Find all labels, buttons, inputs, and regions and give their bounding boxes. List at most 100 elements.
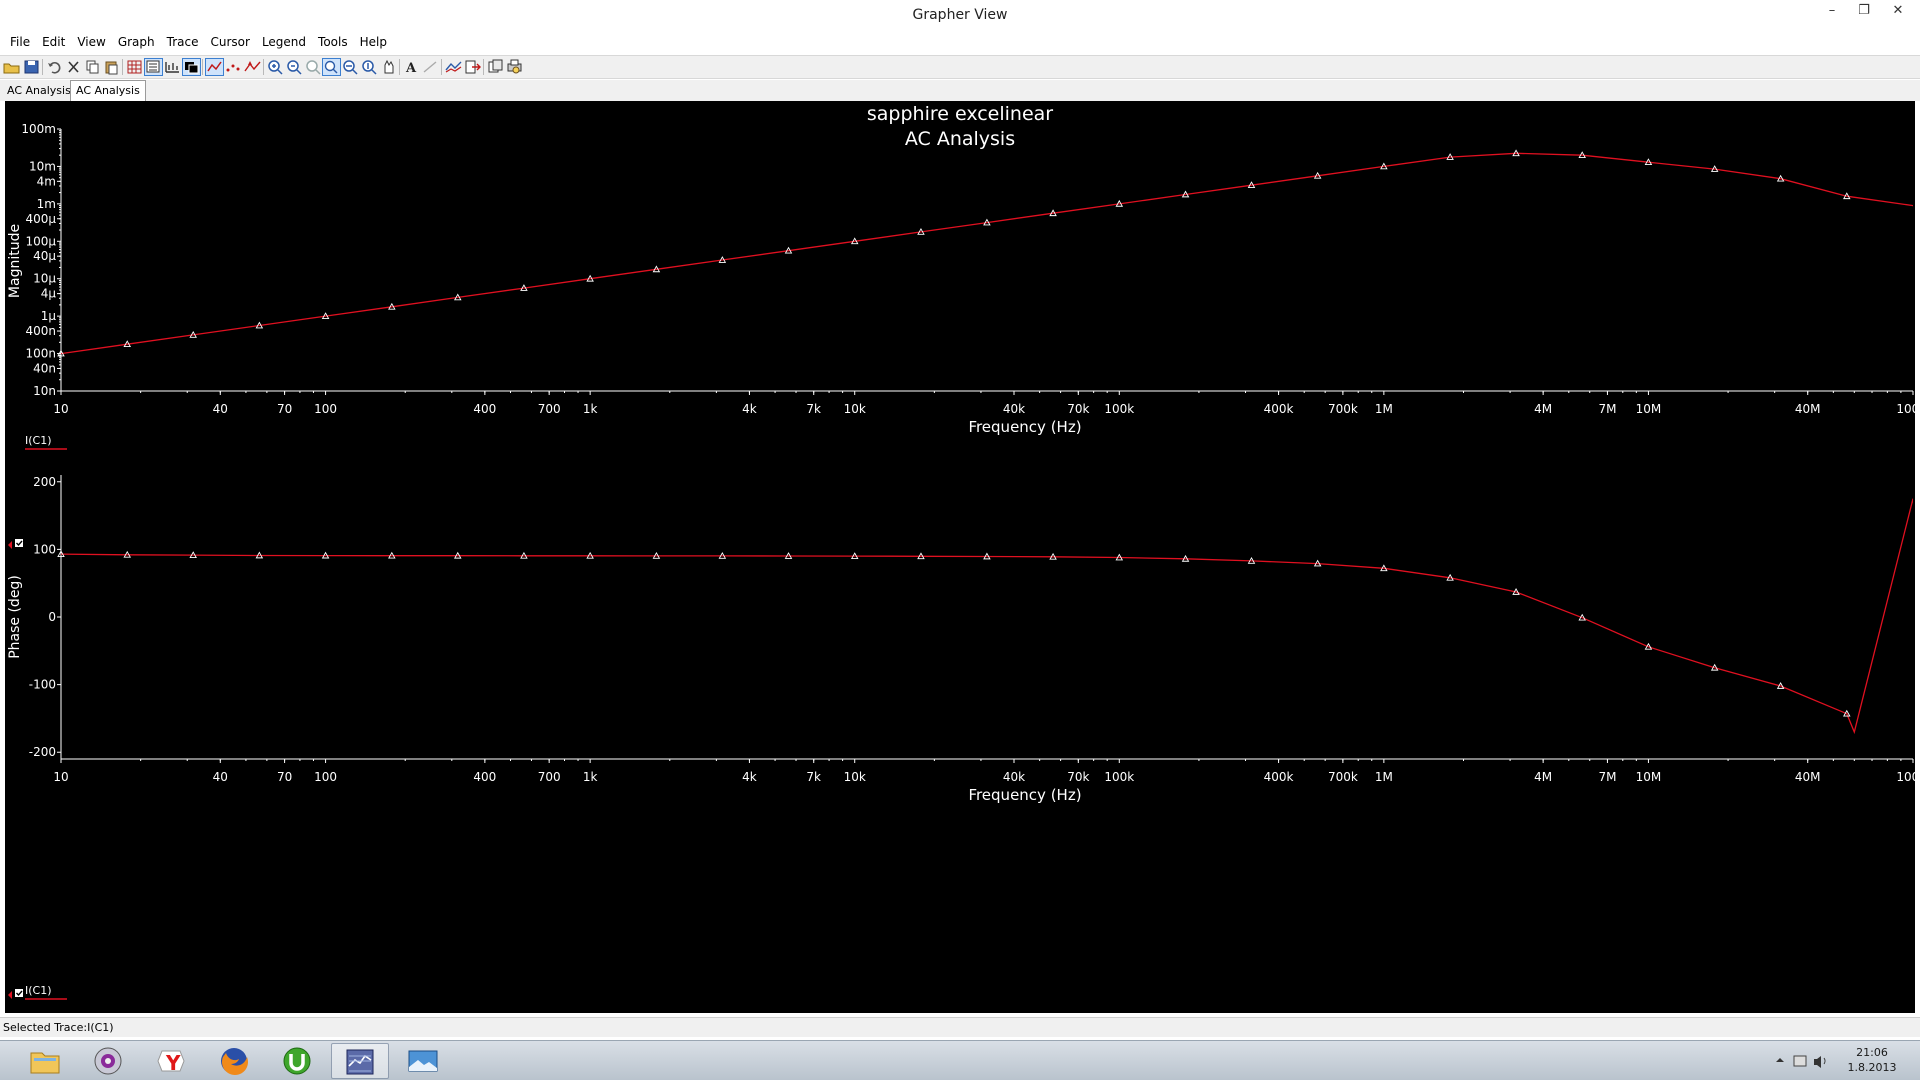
legend-label-top: I(C1)	[25, 434, 52, 447]
x-tick-label: 7M	[1598, 770, 1616, 784]
clock[interactable]: 21:06 1.8.2013	[1840, 1045, 1904, 1075]
minimize-button[interactable]: –	[1816, 0, 1848, 22]
restore-button[interactable]: ❐	[1848, 0, 1880, 22]
legend-checkbox-bottom[interactable]	[15, 989, 23, 997]
x-tick-label: 10k	[844, 770, 866, 784]
trace-overlay-icon[interactable]	[444, 58, 463, 76]
line-marker-icon[interactable]	[421, 58, 440, 76]
undo-icon[interactable]	[45, 58, 64, 76]
zoom-area-icon[interactable]	[322, 58, 341, 76]
plot-canvas[interactable]: sapphire excelinear AC Analysis 100m10m4…	[5, 101, 1915, 1013]
taskbar-file-explorer[interactable]	[16, 1043, 74, 1079]
disc-icon	[94, 1047, 122, 1075]
clock-time: 21:06	[1856, 1046, 1888, 1059]
open-icon[interactable]	[2, 58, 21, 76]
close-button[interactable]: ✕	[1878, 0, 1918, 22]
export-icon[interactable]	[463, 58, 482, 76]
y-axis-title: Phase (deg)	[7, 575, 23, 659]
y-tick-label: -100	[29, 678, 56, 692]
menu-cursor[interactable]: Cursor	[204, 32, 255, 52]
y-axis-title: Magnitude	[7, 224, 23, 298]
x-tick-label: 100	[314, 770, 337, 784]
menu-tools[interactable]: Tools	[312, 32, 354, 52]
x-tick-label: 7k	[806, 770, 821, 784]
x-tick-label: 700k	[1328, 402, 1358, 416]
graph-area[interactable]: sapphire excelinear AC Analysis 100m 10m 4…	[5, 101, 1915, 1013]
x-tick-label: 4M	[1534, 770, 1552, 784]
copy-graph-icon[interactable]	[486, 58, 505, 76]
copy-icon[interactable]	[83, 58, 102, 76]
add-text-icon[interactable]: A	[402, 58, 421, 76]
status-bar: Selected Trace:I(C1)	[0, 1017, 1920, 1037]
folder-icon	[30, 1052, 60, 1074]
zoom-full-icon[interactable]	[304, 58, 323, 76]
show-hidden-icons-icon	[1776, 1058, 1784, 1062]
menu-help[interactable]: Help	[354, 32, 393, 52]
show-legend-icon[interactable]	[144, 58, 163, 76]
menu-trace[interactable]: Trace	[161, 32, 205, 52]
x-tick-label: 40	[213, 770, 228, 784]
network-icon	[1793, 1055, 1807, 1067]
legend-checkbox-top[interactable]	[15, 539, 23, 547]
menu-view[interactable]: View	[71, 32, 111, 52]
save-icon[interactable]	[22, 58, 41, 76]
x-tick-label: 100k	[1104, 402, 1134, 416]
x-tick-label: 4k	[742, 770, 757, 784]
utorrent-icon	[283, 1047, 311, 1075]
y-tick-label: 40n	[33, 361, 56, 375]
tray-icons	[1776, 1055, 1826, 1068]
phase-plot[interactable]: 200 100 0 -100 -200 10 40 70 100 400 700 1k 4k 7k 10k 4…	[7, 475, 1915, 804]
y-tick-label: 10m	[29, 159, 56, 173]
x-tick-label: 1M	[1375, 402, 1393, 416]
tab-ac-analysis-1[interactable]: AC Analysis	[2, 82, 76, 99]
magnitude-plot[interactable]: 100m 10m4m 1m400µ 100µ40µ 10µ4µ 1µ400n 100n40n…	[7, 122, 1915, 436]
pan-icon[interactable]	[379, 58, 398, 76]
y-tick-label: 40µ	[33, 249, 56, 263]
taskbar-photo-viewer[interactable]	[394, 1043, 452, 1079]
y-tick-label: 400n	[25, 324, 56, 338]
y-tick-label: 1m	[37, 197, 56, 211]
graph-title: sapphire excelinear	[867, 103, 1053, 125]
x-tick-label: 40M	[1795, 770, 1821, 784]
zoom-out-icon[interactable]	[285, 58, 304, 76]
x-tick-label: 40k	[1003, 402, 1025, 416]
print-preview-icon[interactable]	[505, 58, 524, 76]
x-axis-title: Frequency (Hz)	[968, 418, 1081, 436]
x-axis-title: Frequency (Hz)	[968, 786, 1081, 804]
taskbar-utorrent[interactable]	[268, 1043, 326, 1079]
menu-edit[interactable]: Edit	[36, 32, 71, 52]
zoom-y-icon[interactable]	[360, 58, 379, 76]
taskbar: Y 21:06 1.8.2013	[0, 1040, 1920, 1080]
selectivity-icon[interactable]	[163, 58, 182, 76]
y-tick-label: 100n	[25, 347, 56, 361]
x-tick-label: 70	[277, 770, 292, 784]
y-tick-label: -200	[29, 745, 56, 759]
zoom-x-icon[interactable]	[341, 58, 360, 76]
trace-line	[61, 498, 1913, 735]
legend-top[interactable]: I(C1)	[8, 434, 67, 549]
taskbar-firefox[interactable]	[205, 1043, 263, 1079]
menu-graph[interactable]: Graph	[112, 32, 161, 52]
taskbar-yandex-browser[interactable]: Y	[142, 1043, 200, 1079]
window-title: Grapher View	[912, 7, 1008, 23]
menu-file[interactable]: File	[4, 32, 36, 52]
data-points-icon[interactable]	[224, 58, 243, 76]
cut-icon[interactable]	[64, 58, 83, 76]
paste-icon[interactable]	[102, 58, 121, 76]
x-tick-label: 70k	[1067, 770, 1089, 784]
cursors-icon[interactable]	[205, 58, 224, 76]
y-tick-label: 100	[33, 542, 56, 556]
y-tick-label: 400µ	[25, 212, 56, 226]
legend-bottom[interactable]: I(C1)	[8, 984, 67, 1000]
menu-legend[interactable]: Legend	[256, 32, 312, 52]
tab-ac-analysis-2[interactable]: AC Analysis	[70, 80, 146, 101]
x-tick-label: 10	[53, 770, 68, 784]
taskbar-grapher[interactable]	[331, 1043, 389, 1079]
x-tick-label: 1k	[583, 770, 598, 784]
grid-icon[interactable]	[125, 58, 144, 76]
taskbar-media-player[interactable]	[79, 1043, 137, 1079]
zoom-in-icon[interactable]	[266, 58, 285, 76]
data-markers-icon[interactable]	[243, 58, 262, 76]
dark-background-icon[interactable]	[182, 58, 201, 76]
x-tick-label: 400k	[1264, 402, 1294, 416]
